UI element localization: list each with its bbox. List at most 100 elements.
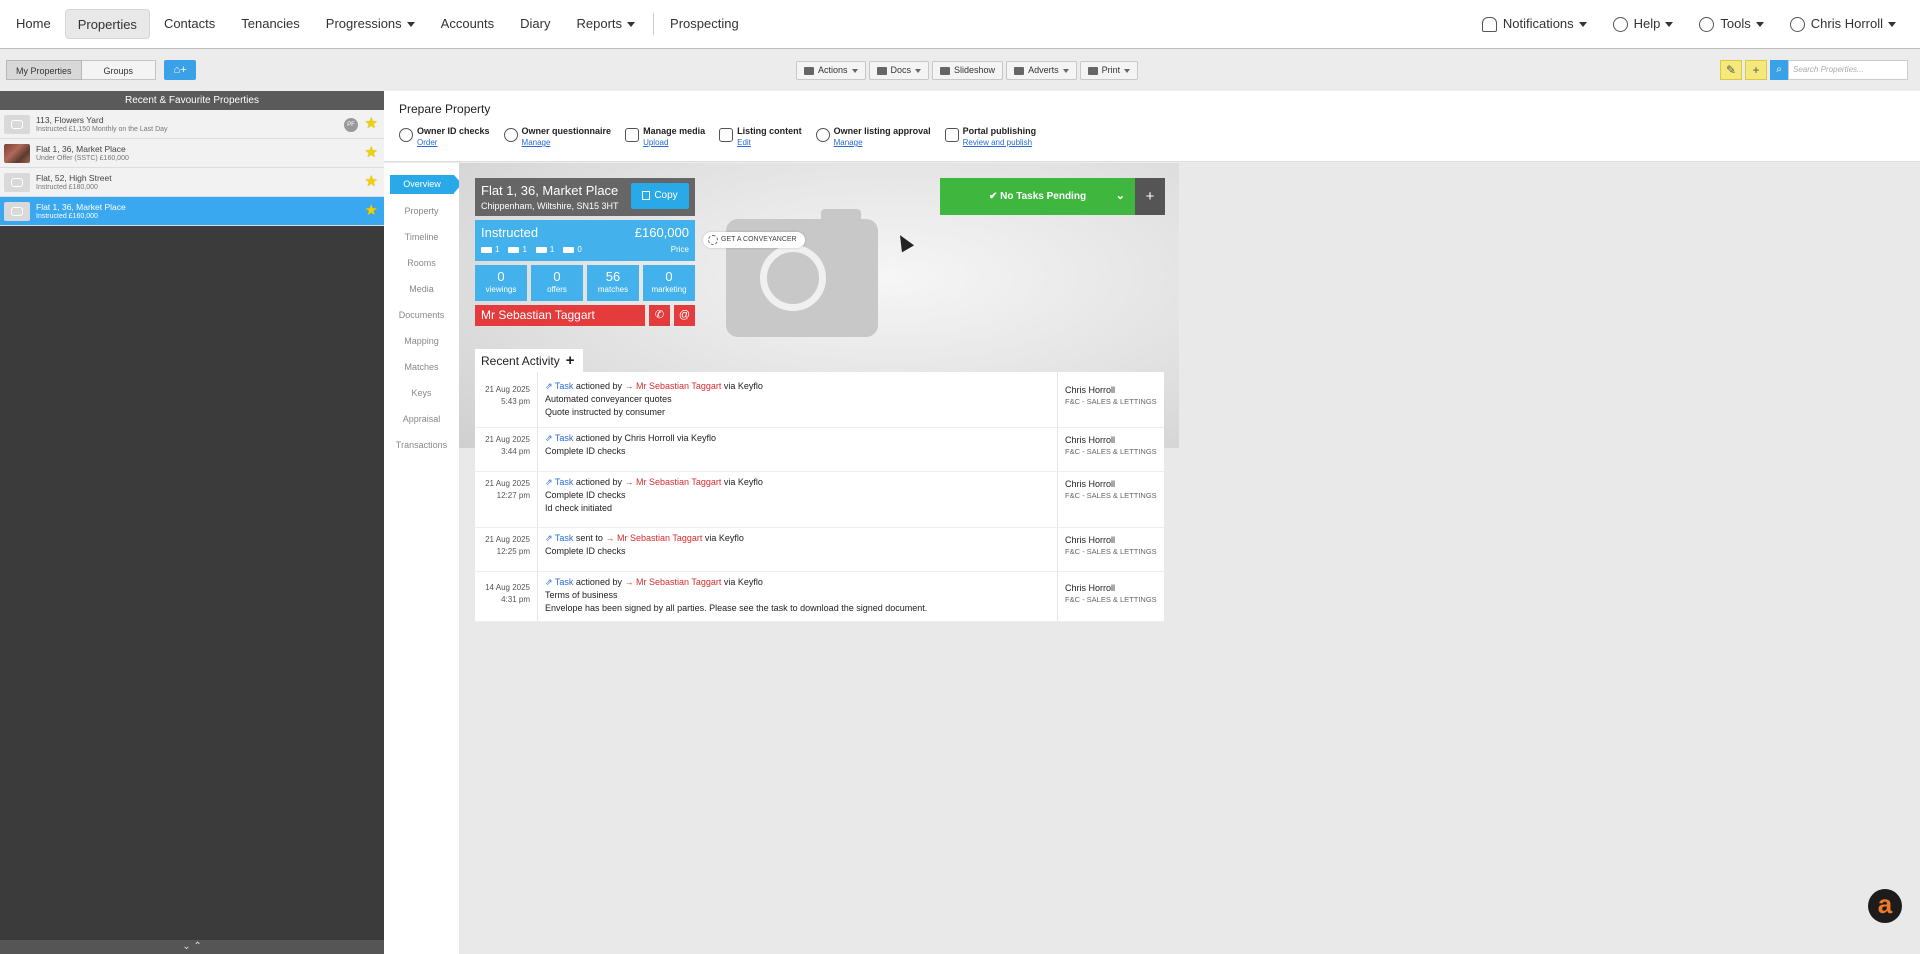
actions-button[interactable]: Actions (796, 61, 866, 80)
tools-menu[interactable]: Tools (1687, 9, 1775, 39)
address-line2: Chippenham, Wiltshire, SN15 3HT (481, 201, 619, 211)
subnav-overview[interactable]: Overview (390, 175, 462, 194)
activity-verb: actioned by (575, 381, 622, 391)
activity-line: Envelope has been signed by all parties.… (545, 603, 928, 613)
task-link[interactable]: Task (555, 577, 574, 587)
task-link[interactable]: Task (555, 433, 574, 443)
divider (537, 528, 538, 571)
activity-line: Complete ID checks (545, 490, 626, 500)
panel-collapse-toggle[interactable]: ⌄ ⌃ (0, 940, 384, 954)
tools-label: Tools (1720, 16, 1751, 31)
add-task-button[interactable]: + (1135, 178, 1165, 215)
person-link[interactable]: Mr Sebastian Taggart (617, 533, 702, 543)
groups-tab[interactable]: Groups (81, 60, 157, 80)
property-list-item[interactable]: Flat 1, 36, Market Place Under Offer (SS… (0, 139, 384, 168)
toolbar-left: My Properties Groups ⌂+ (6, 60, 197, 80)
divider (1057, 572, 1058, 621)
activity-date: 21 Aug 2025 3:44 pm (475, 434, 530, 458)
subnav-keys[interactable]: Keys (384, 380, 459, 406)
subnav-matches[interactable]: Matches (384, 354, 459, 380)
person-link[interactable]: Mr Sebastian Taggart (636, 577, 721, 587)
star-icon[interactable]: ★ (365, 116, 378, 131)
nav-contacts[interactable]: Contacts (152, 9, 227, 39)
user-menu[interactable]: Chris Horroll (1778, 9, 1908, 39)
subnav-property[interactable]: Property (384, 198, 459, 224)
document-icon (719, 128, 734, 142)
parking-count: 0 (577, 245, 582, 254)
print-button[interactable]: Print (1079, 61, 1139, 80)
property-list-item[interactable]: Flat, 52, High Street Instructed £180,00… (0, 168, 384, 197)
subnav-documents[interactable]: Documents (384, 302, 459, 328)
star-icon[interactable]: ★ (365, 203, 378, 218)
divider (1057, 528, 1058, 571)
step-title: Listing content (737, 126, 802, 136)
activity-user: Chris Horroll F&C - SALES & LETTINGS (1065, 478, 1157, 502)
slideshow-button[interactable]: Slideshow (932, 61, 1004, 80)
nav-diary[interactable]: Diary (508, 9, 562, 39)
nav-reports[interactable]: Reports (565, 9, 648, 39)
add-activity-icon[interactable]: + (566, 352, 575, 369)
stat-viewings[interactable]: 0 viewings (475, 265, 527, 301)
step-link[interactable]: Order (417, 137, 490, 148)
my-properties-tab[interactable]: My Properties (6, 60, 82, 80)
step-link[interactable]: Manage (834, 137, 931, 148)
task-link[interactable]: Task (555, 477, 574, 487)
activity-body: ⇗ Task actioned by → Mr Sebastian Taggar… (545, 476, 763, 515)
nav-tenancies[interactable]: Tenancies (229, 9, 312, 39)
person-link[interactable]: Mr Sebastian Taggart (636, 477, 721, 487)
property-list-item[interactable]: 113, Flowers Yard Instructed £1,150 Mont… (0, 110, 384, 139)
call-owner-button[interactable]: ✆ (649, 305, 670, 326)
bell-icon (1481, 17, 1497, 33)
recent-activity-title: Recent Activity (481, 354, 560, 368)
task-link[interactable]: Task (555, 381, 574, 391)
property-name: 113, Flowers Yard (36, 115, 104, 125)
subnav-transactions[interactable]: Transactions (384, 432, 459, 458)
stat-matches[interactable]: 56 matches (587, 265, 639, 301)
plus-icon: + (1145, 188, 1155, 205)
nav-home[interactable]: Home (4, 9, 63, 39)
help-menu[interactable]: Help (1601, 9, 1686, 39)
subnav-rooms[interactable]: Rooms (384, 250, 459, 276)
search-properties-input[interactable]: Search Properties... (1788, 60, 1908, 80)
nav-properties[interactable]: Properties (64, 9, 150, 39)
nav-prospecting[interactable]: Prospecting (658, 9, 751, 39)
step-title: Owner ID checks (417, 126, 490, 136)
step-link[interactable]: Upload (643, 137, 705, 148)
step-link[interactable]: Edit (737, 137, 802, 148)
get-conveyancer-button[interactable]: GET A CONVEYANCER (703, 232, 805, 248)
notifications-menu[interactable]: Notifications (1470, 9, 1599, 39)
nav-accounts[interactable]: Accounts (429, 9, 506, 39)
stat-offers[interactable]: 0 offers (531, 265, 583, 301)
star-icon[interactable]: ★ (365, 145, 378, 160)
search-button[interactable]: ⌕ (1770, 60, 1788, 80)
subnav-mapping[interactable]: Mapping (384, 328, 459, 354)
tasks-button[interactable]: ✔ No Tasks Pending ⌄ (940, 178, 1135, 215)
subnav-timeline[interactable]: Timeline (384, 224, 459, 250)
nav-progressions[interactable]: Progressions (314, 9, 427, 39)
adverts-button[interactable]: Adverts (1006, 61, 1077, 80)
activity-line: Complete ID checks (545, 446, 626, 456)
lens (760, 245, 826, 311)
docs-button[interactable]: Docs (868, 61, 930, 80)
task-link[interactable]: Task (555, 533, 574, 543)
stat-marketing[interactable]: 0 marketing (643, 265, 695, 301)
activity-verb: actioned by (575, 477, 622, 487)
external-link-icon: ⇗ (545, 381, 555, 391)
assistant-logo-button[interactable]: a (1868, 889, 1902, 923)
copy-button[interactable]: Copy (631, 183, 689, 209)
subnav-appraisal[interactable]: Appraisal (384, 406, 459, 432)
subnav-media[interactable]: Media (384, 276, 459, 302)
pin-button[interactable]: ✎ (1720, 60, 1742, 80)
star-icon[interactable]: ★ (365, 174, 378, 189)
activity-user: Chris Horroll F&C - SALES & LETTINGS (1065, 384, 1157, 408)
divider (1057, 472, 1058, 527)
quick-add-button[interactable]: + (1745, 60, 1767, 80)
step-link[interactable]: Manage (522, 137, 612, 148)
user-dept: F&C - SALES & LETTINGS (1065, 397, 1157, 406)
property-list-item-selected[interactable]: Flat 1, 36, Market Place Instructed £160… (0, 197, 392, 226)
person-link[interactable]: Mr Sebastian Taggart (636, 381, 721, 391)
add-property-button[interactable]: ⌂+ (164, 60, 197, 80)
email-owner-button[interactable]: @ (674, 305, 695, 326)
owner-name[interactable]: Mr Sebastian Taggart (475, 305, 645, 326)
step-link[interactable]: Review and publish (963, 137, 1037, 148)
